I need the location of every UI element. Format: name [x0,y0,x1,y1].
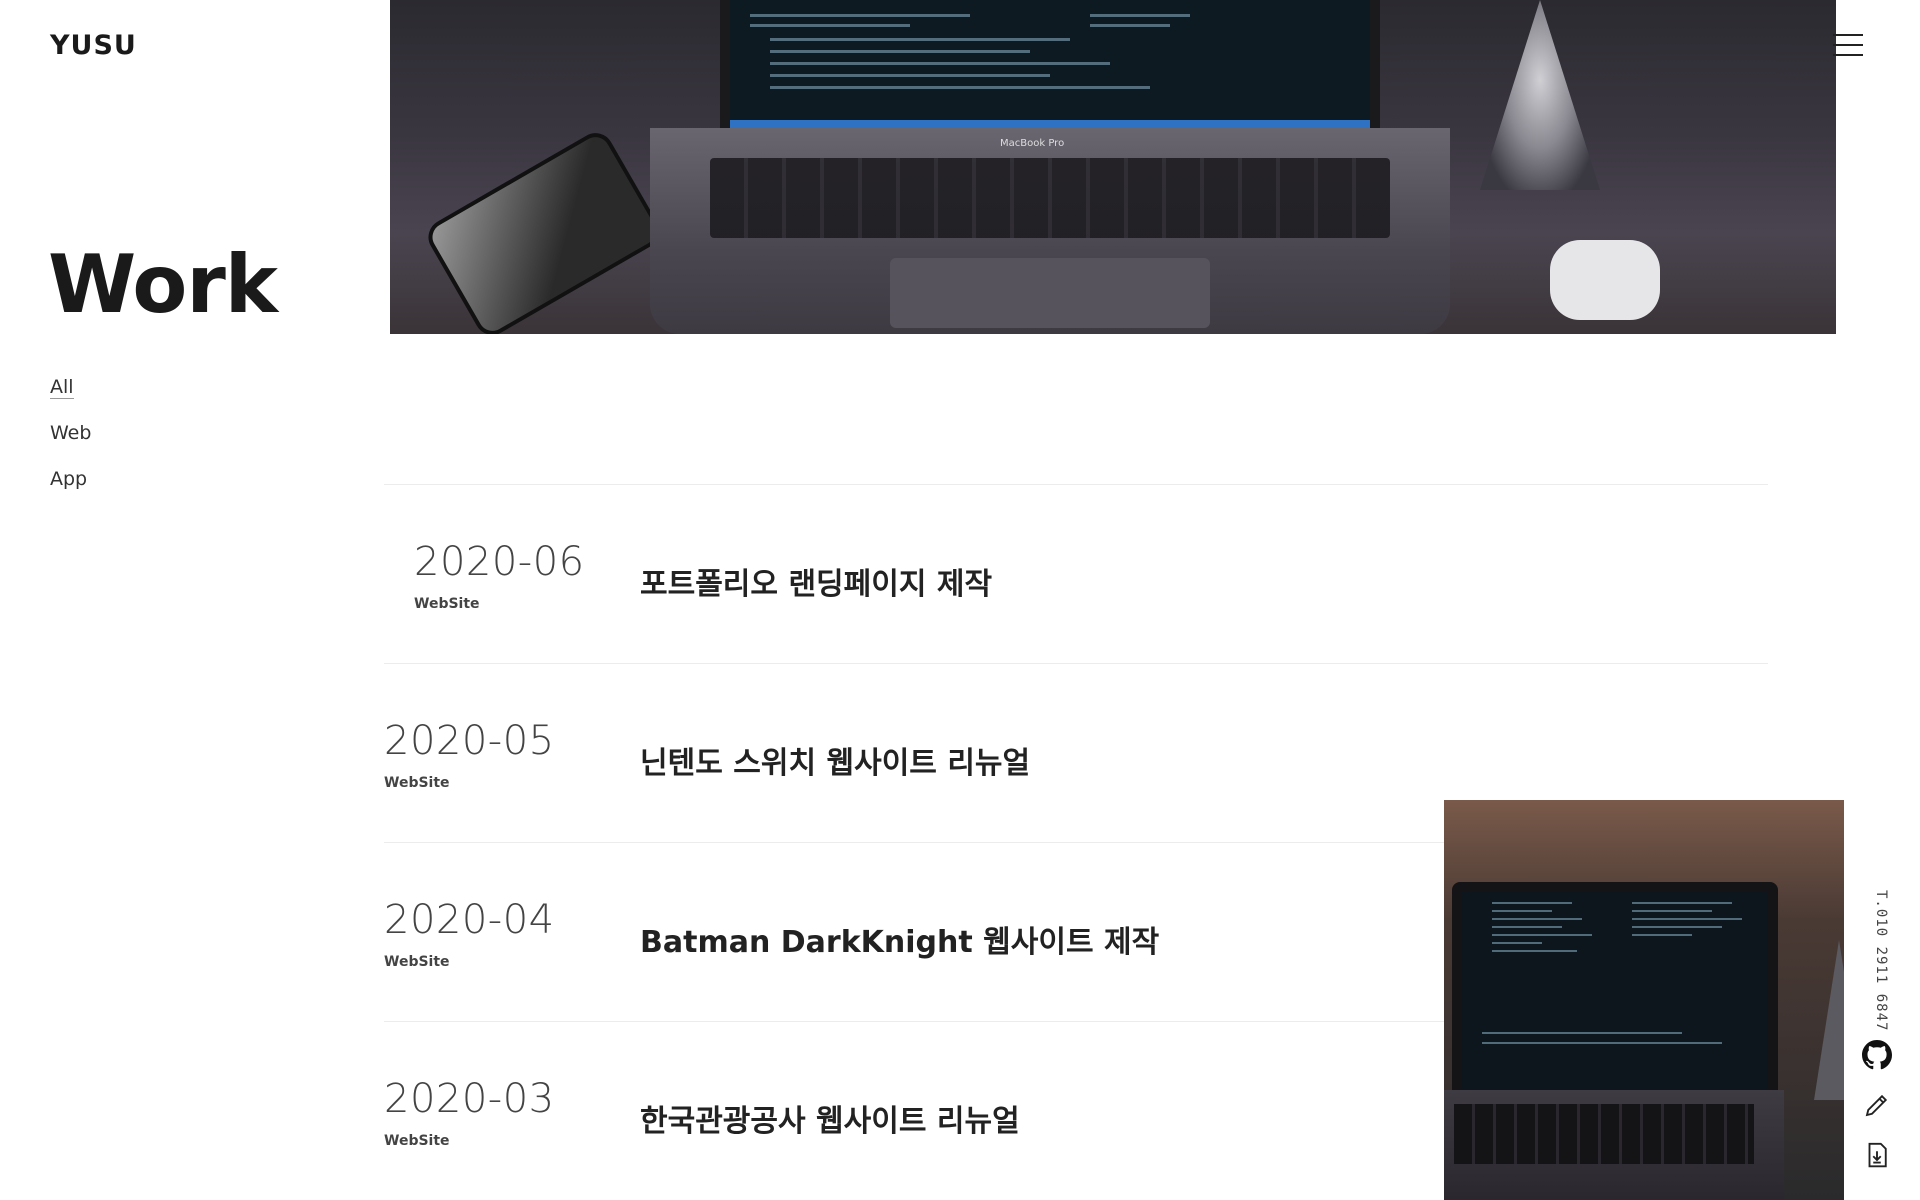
hero-airpods-shape [1550,240,1660,320]
filter-web-label: Web [50,422,92,444]
pencil-icon[interactable] [1862,1090,1892,1120]
work-title: 닌텐도 스위치 웹사이트 리뉴얼 [640,746,1031,781]
hero-laptop-base [650,128,1450,334]
work-category: WebSite [384,954,450,970]
work-title: 한국관광공사 웹사이트 리뉴얼 [640,1104,1020,1139]
github-icon[interactable] [1862,1040,1892,1070]
work-item[interactable]: 2020-06 WebSite 포트폴리오 랜딩페이지 제작 [384,484,1768,663]
work-title: Batman DarkKnight 웹사이트 제작 [640,925,1160,960]
hero-phone-shape [421,126,667,334]
filter-all-label: All [50,376,74,399]
hamburger-menu-icon[interactable] [1833,34,1863,56]
site-logo[interactable]: YUSU [50,30,137,61]
download-icon[interactable] [1862,1140,1892,1170]
hero-laptop-label: MacBook Pro [1000,138,1065,149]
work-category: WebSite [414,596,480,612]
work-preview-image [1444,800,1844,1200]
filter-all[interactable]: All [50,375,91,421]
hero-laptop-screen [720,0,1380,138]
work-date: 2020-05 [384,718,555,764]
contact-phone: T.010 2911 6847 [1873,890,1889,1032]
filter-app[interactable]: App [50,467,91,513]
hero-image: MacBook Pro [390,0,1836,334]
work-title: 포트폴리오 랜딩페이지 제작 [640,567,993,602]
work-date: 2020-06 [414,539,585,585]
work-date: 2020-03 [384,1076,555,1122]
category-filter: All Web App [50,375,91,513]
filter-app-label: App [50,468,88,490]
work-category: WebSite [384,1133,450,1149]
hero-tree-shape [1480,0,1600,190]
work-category: WebSite [384,775,450,791]
work-date: 2020-04 [384,897,555,943]
filter-web[interactable]: Web [50,421,91,467]
page-title: Work [48,238,278,331]
